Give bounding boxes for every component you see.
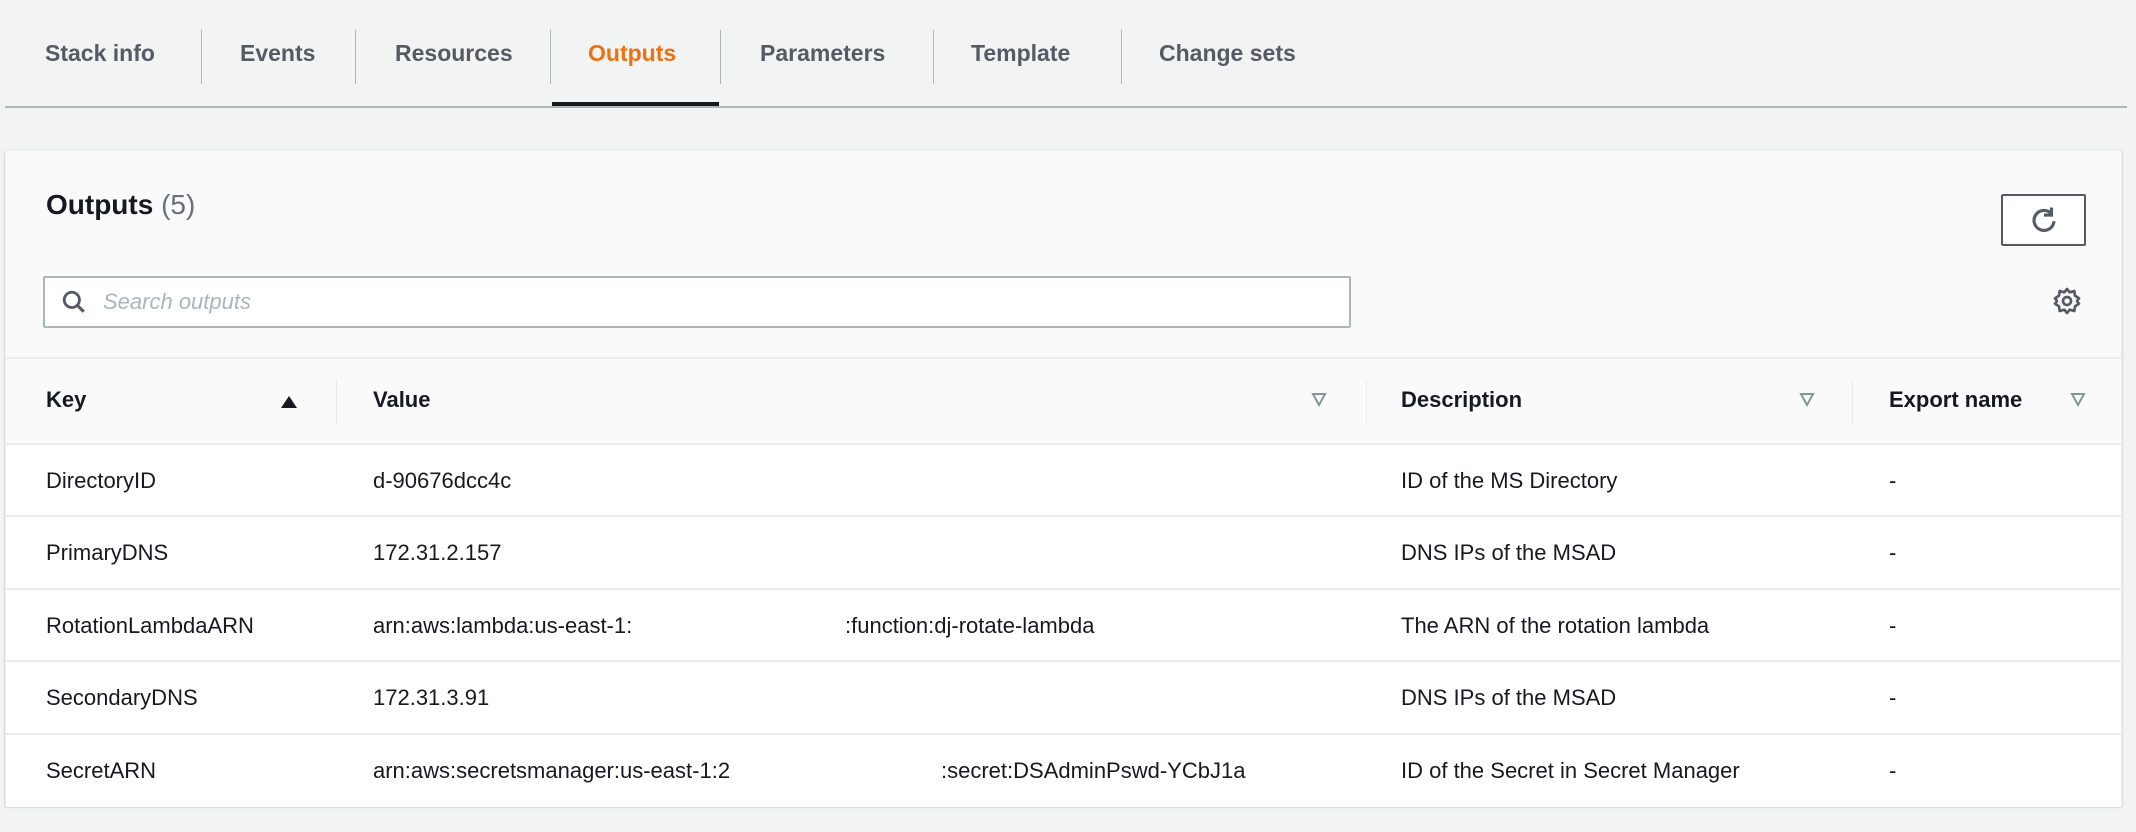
sort-ascending-icon[interactable] [280,395,298,409]
column-divider [336,379,337,425]
sort-toggle-icon[interactable] [1799,391,1815,407]
outputs-table-body: DirectoryID d-90676dcc4c ID of the MS Di… [6,445,2121,807]
tab-stack-info[interactable]: Stack info [45,40,155,67]
cell-value-suffix: :function:dj-rotate-lambda [845,612,1095,638]
cell-description: ID of the MS Directory [1401,468,1618,493]
tab-change-sets[interactable]: Change sets [1159,40,1296,67]
cell-key: DirectoryID [46,468,157,493]
table-row: DirectoryID d-90676dcc4c ID of the MS Di… [6,445,2121,518]
tab-divider [720,30,721,84]
active-tab-indicator [552,102,719,106]
tab-parameters[interactable]: Parameters [760,40,885,67]
tab-template[interactable]: Template [971,40,1070,67]
cell-description: The ARN of the rotation lambda [1401,612,1710,638]
tab-divider [550,30,551,84]
column-header-description[interactable]: Description [1401,387,1522,413]
cell-description: DNS IPs of the MSAD [1401,540,1617,566]
column-divider [1366,379,1367,425]
tab-bar: Stack info Events Resources Outputs Para… [5,0,2127,108]
cell-export-name: - [1889,685,1897,711]
tab-outputs[interactable]: Outputs [588,40,676,67]
search-icon [62,290,85,313]
column-header-value[interactable]: Value [373,387,430,413]
cell-key: SecretARN [46,757,157,783]
table-row: SecretARN arn:aws:secretsmanager:us-east… [6,735,2121,807]
tab-events[interactable]: Events [240,40,315,67]
search-field[interactable] [43,276,1351,328]
tab-divider [201,30,202,84]
sort-toggle-icon[interactable] [1311,391,1327,407]
cell-value: 172.31.2.157 [373,540,502,566]
cell-key: RotationLambdaARN [46,612,254,638]
table-header: Key Value Description Export name [6,357,2121,445]
outputs-panel: Outputs (5) Key Value Description Export… [5,150,2122,807]
cell-value: 172.31.3.91 [373,685,490,711]
cell-value: arn:aws:secretsmanager:us-east-1:2 [373,757,731,783]
table-row: RotationLambdaARN arn:aws:lambda:us-east… [6,590,2121,663]
output-count: (5) [161,189,196,220]
sort-toggle-icon[interactable] [2070,391,2086,407]
table-row: PrimaryDNS 172.31.2.157 DNS IPs of the M… [6,517,2121,590]
cell-value-suffix: :secret:DSAdminPswd-YCbJ1a [941,757,1246,783]
cell-export-name: - [1889,757,1897,783]
cell-key: SecondaryDNS [46,685,198,711]
tab-resources[interactable]: Resources [395,40,513,67]
panel-title: Outputs (5) [46,189,195,221]
cell-description: DNS IPs of the MSAD [1401,685,1617,711]
cell-description: ID of the Secret in Secret Manager [1401,757,1740,783]
refresh-icon [2032,207,2056,232]
cell-export-name: - [1889,468,1897,493]
panel-title-text: Outputs [46,189,154,220]
table-row: SecondaryDNS 172.31.3.91 DNS IPs of the … [6,662,2121,735]
cell-value: arn:aws:lambda:us-east-1: [373,612,633,638]
tab-divider [933,30,934,84]
column-header-export-name[interactable]: Export name [1889,387,2022,413]
cell-value: d-90676dcc4c [373,468,512,493]
tab-divider [355,30,356,84]
cell-export-name: - [1889,612,1897,638]
column-divider [1852,379,1853,425]
tab-divider [1121,30,1122,84]
search-input[interactable] [103,289,1349,315]
cell-key: PrimaryDNS [46,540,169,566]
refresh-button[interactable] [2001,194,2086,246]
settings-gear-icon[interactable] [2051,285,2083,317]
column-header-key[interactable]: Key [46,387,86,413]
cell-export-name: - [1889,540,1897,566]
